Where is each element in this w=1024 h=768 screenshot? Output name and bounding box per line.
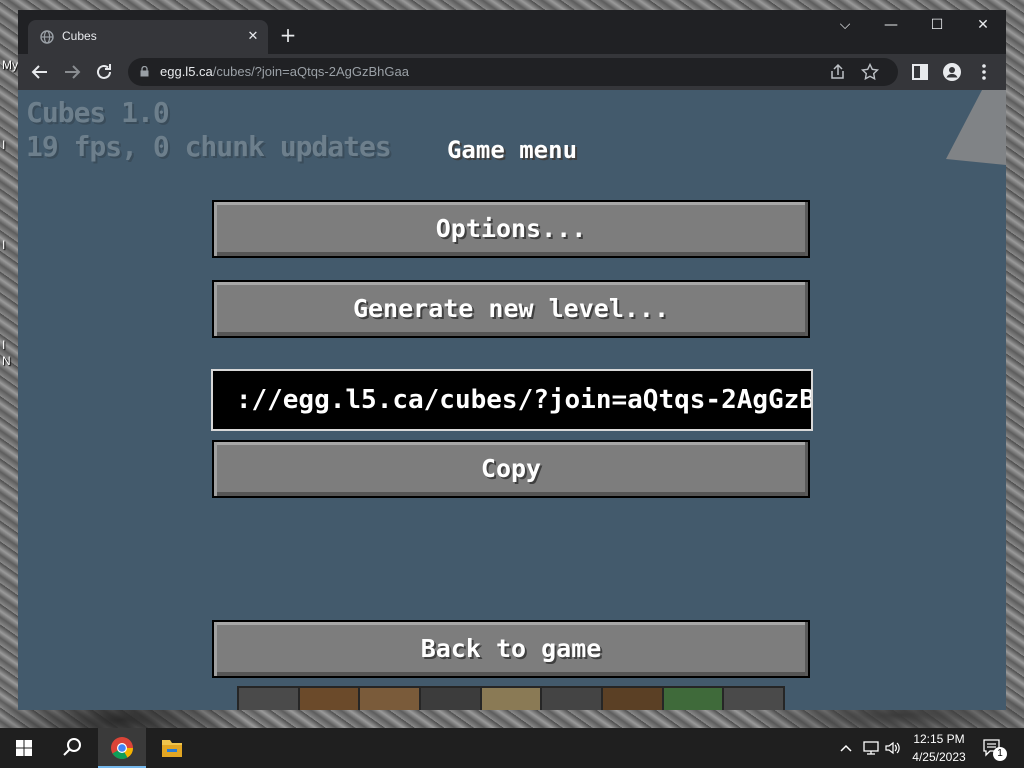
taskbar: 12:15 PM 4/25/2023 1 [0,728,1024,768]
clock-date[interactable]: 4/25/2023 [904,750,974,764]
desktop-icon-label[interactable]: I [2,338,5,352]
tab-strip: Cubes ✕ + ⌵ — ☐ ✕ [18,10,1006,54]
back-to-game-button[interactable]: Back to game [212,620,810,678]
url-host: egg.l5.ca [160,64,213,79]
hotbar-slot [299,688,361,710]
menu-icon[interactable] [974,62,994,82]
generate-new-level-button[interactable]: Generate new level... [212,280,810,338]
desktop-icon-label[interactable]: N [2,354,11,368]
profile-icon[interactable] [942,62,962,82]
hotbar-slot [663,688,725,710]
options-button[interactable]: Options... [212,200,810,258]
maximize-button[interactable]: ☐ [914,10,960,40]
minimize-button[interactable]: — [868,10,914,40]
address-bar[interactable]: egg.l5.ca/cubes/?join=aQtqs-2AgGzBhGaa [128,58,898,86]
forward-icon[interactable] [60,60,84,84]
desktop-icon-label[interactable]: My [2,58,18,72]
tab-cubes[interactable]: Cubes ✕ [28,20,268,54]
url-path: /cubes/?join=aQtqs-2AgGzBhGaa [212,64,409,79]
close-window-button[interactable]: ✕ [960,10,1006,40]
reload-icon[interactable] [92,60,116,84]
tab-search-icon[interactable]: ⌵ [822,10,868,40]
network-icon[interactable] [862,740,880,756]
hotbar-slot [481,688,543,710]
hotbar-slot [603,688,664,710]
windows-start-icon[interactable] [0,728,48,768]
desktop-icon-label[interactable]: I [2,138,5,152]
close-tab-icon[interactable]: ✕ [244,28,262,46]
join-link-field[interactable]: ://egg.l5.ca/cubes/?join=aQtqs-2AgGzB [211,369,813,431]
hotbar [237,686,785,710]
star-icon[interactable] [860,62,880,82]
browser-toolbar: egg.l5.ca/cubes/?join=aQtqs-2AgGzBhGaa [18,54,1006,90]
hotbar-slot [421,688,482,710]
clock-time[interactable]: 12:15 PM [904,732,974,746]
lock-icon[interactable] [140,66,149,77]
hotbar-slot [239,688,300,710]
game-viewport[interactable]: Cubes 1.0 19 fps, 0 chunk updates Game m… [18,90,1006,710]
file-explorer-icon[interactable] [148,728,196,768]
volume-icon[interactable] [884,740,902,756]
hotbar-slot [542,688,604,710]
chevron-up-icon[interactable] [838,741,854,755]
search-icon[interactable] [48,728,96,768]
hotbar-slot [360,688,422,710]
notification-badge: 1 [993,747,1007,761]
browser-window: Cubes ✕ + ⌵ — ☐ ✕ egg.l5.ca/cubes/?join=… [18,10,1006,710]
hud-version: Cubes 1.0 [26,96,170,129]
menu-title: Game menu [446,136,578,164]
copy-button[interactable]: Copy [212,440,810,498]
globe-icon [40,30,54,44]
share-icon[interactable] [828,62,848,82]
new-tab-button[interactable]: + [277,24,299,46]
tab-title: Cubes [62,29,97,43]
url-text[interactable]: egg.l5.ca/cubes/?join=aQtqs-2AgGzBhGaa [160,64,409,79]
join-link-text: ://egg.l5.ca/cubes/?join=aQtqs-2AgGzB [235,385,813,415]
chrome-icon[interactable] [98,728,146,768]
side-panel-icon[interactable] [910,62,930,82]
back-icon[interactable] [28,60,52,84]
desktop-icon-label[interactable]: I [2,238,5,252]
hotbar-slot [724,688,783,710]
